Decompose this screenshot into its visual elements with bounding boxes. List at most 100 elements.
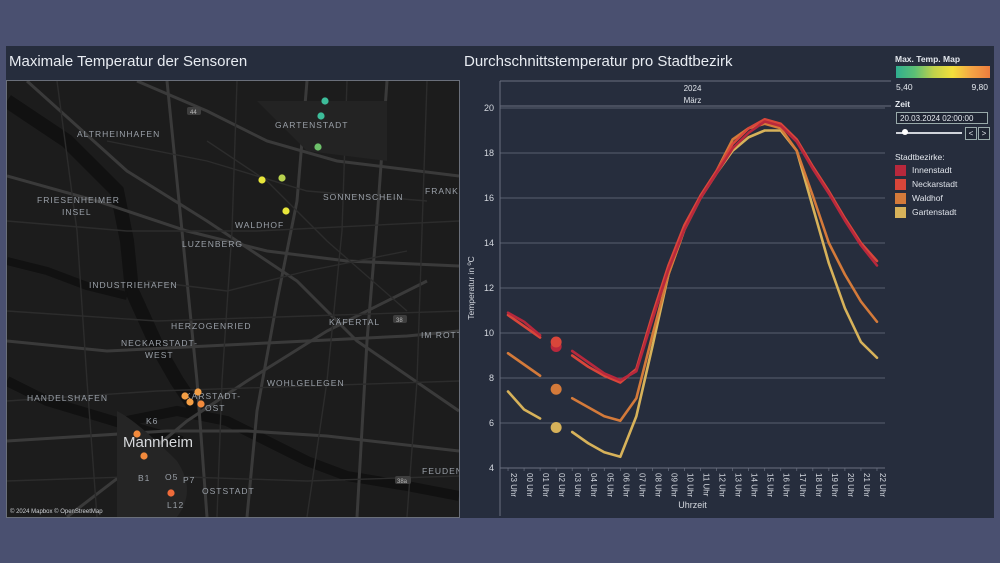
time-title: Zeit [895, 99, 911, 109]
map-district-label: LUZENBERG [182, 239, 243, 249]
x-tick-label: 01 Uhr [541, 473, 550, 497]
chart-title: Durchschnittstemperatur pro Stadtbezirk [464, 53, 733, 70]
time-input[interactable]: 20.03.2024 02:00:00 [896, 112, 988, 124]
legend-item-innenstadt[interactable]: Innenstadt [895, 164, 993, 177]
y-tick-label: 16 [484, 193, 494, 203]
x-tick-label: 07 Uhr [637, 473, 646, 497]
map-district-label: OST [205, 403, 225, 413]
map-district-label: OSTSTADT [202, 486, 255, 496]
map-district-label: KARSTADT- [185, 391, 241, 401]
y-axis-label: Temperatur in ºC [466, 256, 476, 320]
header-year: 2024 [684, 84, 702, 93]
map-district-label: GARTENSTADT [275, 120, 349, 130]
x-axis-label: Uhrzeit [678, 500, 707, 510]
color-legend-title: Max. Temp. Map [895, 54, 961, 64]
legend-label: Gartenstadt [912, 207, 957, 217]
prev-button[interactable]: < [965, 127, 977, 140]
legend-label: Innenstadt [912, 165, 952, 175]
sensor-dot[interactable]: 9.8 [167, 489, 175, 497]
x-tick-label: 14 Uhr [750, 473, 759, 497]
sensor-dot[interactable]: 9 [194, 388, 202, 396]
sensor-dot[interactable]: 9 [181, 392, 189, 400]
map-district-label: WEST [145, 350, 174, 360]
chart-background [460, 80, 891, 516]
highlight-marker-waldhof[interactable] [550, 383, 562, 395]
x-tick-label: 05 Uhr [605, 473, 614, 497]
chart-svg[interactable]: 2024 März 4 6 8 10 12 14 16 18 20 23 Uhr 00 Uhr 01 Uh… [460, 80, 891, 516]
y-tick-label: 4 [489, 463, 494, 473]
x-tick-label: 10 Uhr [685, 473, 694, 497]
map-district-label: L12 [167, 500, 184, 510]
legend-label: Neckarstadt [912, 179, 958, 189]
x-tick-label: 13 Uhr [734, 473, 743, 497]
map-district-label: KÄFERTAL [329, 317, 380, 327]
x-tick-label: 11 Uhr [702, 473, 711, 497]
map-district-label: P7 [183, 475, 195, 485]
x-tick-label: 18 Uhr [814, 473, 823, 497]
map-district-label: HERZOGENRIED [171, 321, 251, 331]
x-tick-label: 06 Uhr [621, 473, 630, 497]
map-district-label: WOHLGELEGEN [267, 378, 345, 388]
sensor-dot[interactable]: 9.3 [140, 452, 148, 460]
sensor-dot[interactable]: 5.6 [321, 97, 329, 105]
map-district-label: NECKARSTADT- [121, 338, 198, 348]
map-district-label: HANDELSHAFEN [27, 393, 108, 403]
sensor-dot[interactable]: 9.2 [133, 430, 141, 438]
legend-item-neckarstadt[interactable]: Neckarstadt [895, 178, 993, 191]
next-button[interactable]: > [978, 127, 990, 140]
sensor-dot[interactable]: 8.1 [282, 207, 290, 215]
x-tick-label: 09 Uhr [669, 473, 678, 497]
y-tick-label: 6 [489, 418, 494, 428]
sensor-dot[interactable]: 8.1 [258, 176, 266, 184]
x-tick-label: 19 Uhr [830, 473, 839, 497]
districts-title: Stadtbezirke: [895, 152, 945, 162]
map-attribution: © 2024 Mapbox © OpenStreetMap [10, 509, 103, 515]
legend-label: Waldhof [912, 193, 943, 203]
legend-item-gartenstadt[interactable]: Gartenstadt [895, 206, 993, 219]
legend-item-waldhof[interactable]: Waldhof [895, 192, 993, 205]
sensor-dot[interactable]: 5.7 [317, 112, 325, 120]
sensor-map[interactable]: ALTRHEINHAFEN GARTENSTADT FRIESENHEIMER … [6, 80, 460, 518]
map-district-label: B1 [138, 473, 150, 483]
map-district-label: ALTRHEINHAFEN [77, 129, 160, 139]
y-tick-label: 12 [484, 283, 494, 293]
x-tick-label: 04 Uhr [589, 473, 598, 497]
legend-swatch [895, 179, 906, 190]
x-tick-label: 21 Uhr [862, 473, 871, 497]
x-tick-label: 20 Uhr [846, 473, 855, 497]
map-road-label: 38 [396, 318, 403, 324]
map-district-label: FRANK [425, 186, 459, 196]
x-tick-label: 03 Uhr [573, 473, 582, 497]
color-gradient [896, 66, 990, 78]
y-tick-label: 10 [484, 328, 494, 338]
x-tick-label: 12 Uhr [718, 473, 727, 497]
x-tick-label: 16 Uhr [782, 473, 791, 497]
legend-swatch [895, 165, 906, 176]
map-road-label: 38a [397, 479, 408, 485]
legend-swatch [895, 207, 906, 218]
color-max-label: 9,80 [971, 82, 988, 92]
map-canvas[interactable]: ALTRHEINHAFEN GARTENSTADT FRIESENHEIMER … [7, 81, 459, 517]
map-title: Maximale Temperatur der Sensoren [9, 53, 248, 70]
x-tick-label: 17 Uhr [798, 473, 807, 497]
x-tick-label: 23 Uhr [509, 473, 518, 497]
highlight-marker-gartenstadt[interactable] [550, 422, 562, 433]
map-district-label: INDUSTRIEHAFEN [89, 280, 178, 290]
sensor-dot[interactable]: 9.1 [186, 398, 194, 406]
map-district-label: FRIESENHEIMER [37, 195, 120, 205]
map-district-label: SONNENSCHEIN [323, 192, 403, 202]
y-tick-label: 8 [489, 373, 494, 383]
sensor-dot[interactable]: 9.2 [197, 400, 205, 408]
legend-swatch [895, 193, 906, 204]
sidebar: Max. Temp. Map 5,40 9,80 Zeit 20.03.2024… [893, 48, 993, 518]
map-district-label: WALDHOF [235, 220, 284, 230]
header-month: März [684, 96, 702, 105]
x-tick-label: 02 Uhr [557, 473, 566, 497]
line-chart[interactable]: 2024 März 4 6 8 10 12 14 16 18 20 23 Uhr 00 Uhr 01 Uh… [460, 80, 891, 516]
time-slider-handle[interactable] [902, 129, 908, 135]
color-min-label: 5,40 [896, 82, 913, 92]
sensor-dot[interactable]: 7.4 [278, 174, 286, 182]
sensor-dot[interactable]: 6.4 [314, 143, 322, 151]
highlight-marker-neckarstadt[interactable] [550, 336, 562, 348]
map-district-label: K6 [146, 416, 158, 426]
